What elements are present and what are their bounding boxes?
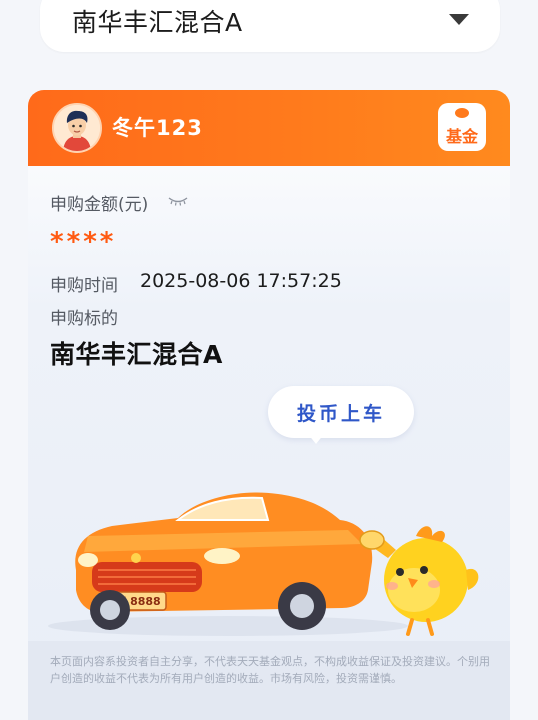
purchase-time-label: 申购时间	[50, 276, 118, 296]
purchase-time-value: 2025-08-06 17:57:25	[140, 270, 342, 292]
coin-icon	[455, 108, 469, 118]
speech-bubble: 投币上车	[268, 386, 414, 444]
purchase-share-card: 冬午123 基金 申购金额(元) **** 申购时间 2025-08-06 17…	[28, 90, 510, 720]
purchase-target-value: 南华丰汇混合A	[50, 340, 223, 369]
chick-mascot	[359, 526, 479, 636]
car-headlight-left	[78, 553, 98, 567]
selected-fund-label: 南华丰汇混合A	[72, 8, 243, 37]
fund-selector-dropdown[interactable]: 南华丰汇混合A	[40, 0, 500, 52]
disclaimer-text: 本页面内容系投资者自主分享，不代表天天基金观点，不构成收益保证及投资建议。个别用…	[50, 655, 490, 685]
speech-bubble-text: 投币上车	[296, 403, 385, 425]
purchase-amount-value: ****	[50, 227, 117, 257]
purchase-target-label: 申购标的	[50, 309, 118, 329]
car-mascot-illustration: 富 8888	[48, 492, 479, 636]
chevron-down-icon[interactable]	[449, 14, 469, 25]
car-headlight-right	[204, 548, 240, 564]
fund-badge: 基金	[438, 103, 486, 151]
user-avatar-icon	[54, 105, 100, 151]
card-header: 冬午123 基金	[28, 90, 510, 166]
avatar	[52, 103, 102, 153]
username: 冬午123	[112, 116, 203, 140]
fund-badge-label: 基金	[445, 127, 478, 146]
disclaimer-footer: 本页面内容系投资者自主分享，不代表天天基金观点，不构成收益保证及投资建议。个别用…	[28, 641, 510, 720]
eye-closed-icon[interactable]	[168, 194, 188, 208]
purchase-amount-label: 申购金额(元)	[50, 195, 149, 215]
